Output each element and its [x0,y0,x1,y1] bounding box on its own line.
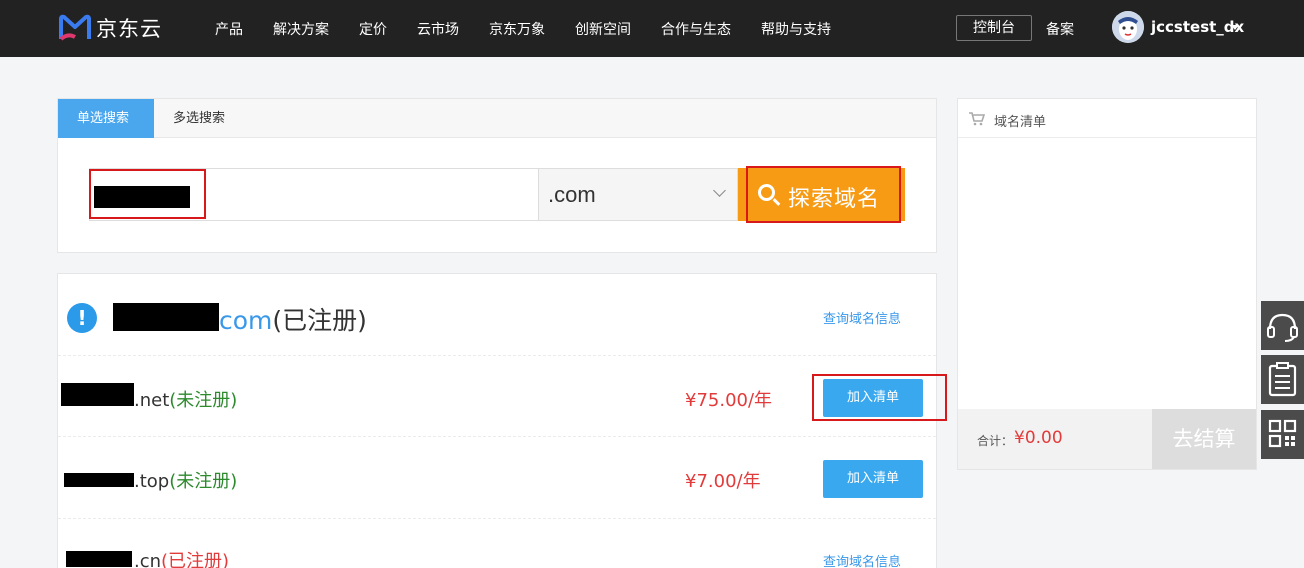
main-domain-text: com(已注册) [219,301,367,337]
annotation-box-add-button [812,374,947,421]
cart-footer: 合计： ¥0.00 去结算 [958,409,1256,469]
nav-item-wanxiang[interactable]: 京东万象 [489,19,545,39]
domain-name: .cn(已注册) [134,547,229,568]
nav-item-help[interactable]: 帮助与支持 [761,19,831,39]
cart-title: 域名清单 [994,115,1047,130]
redacted-text [61,383,134,406]
domain-suffix: .net [134,390,170,411]
tab-multi-search[interactable]: 多选搜索 [154,99,244,138]
headset-icon [1267,313,1298,342]
jd-cloud-logo-icon [59,14,91,41]
add-to-list-button[interactable]: 加入清单 [823,460,923,498]
suffix-value: .com [548,182,596,207]
logo[interactable]: 京东云 [58,12,174,44]
redacted-text [113,303,219,331]
nav-item-pricing[interactable]: 定价 [359,19,387,39]
domain-suffix-select[interactable]: .com [538,168,738,221]
query-domain-info-link[interactable]: 查询域名信息 [823,551,901,568]
clipboard-icon [1268,362,1297,397]
nav-item-products[interactable]: 产品 [215,19,243,39]
nav-item-marketplace[interactable]: 云市场 [417,19,459,39]
top-navigation-bar: 京东云 产品 解决方案 定价 云市场 京东万象 创新空间 合作与生态 帮助与支持… [0,0,1304,57]
cart-header: 域名清单 [958,99,1256,138]
feedback-button[interactable] [1261,355,1304,404]
table-row: .cn(已注册) 查询域名信息 [58,519,936,568]
domain-status: (未注册) [169,471,238,492]
table-row: .top(未注册) ¥7.00/年 加入清单 [58,437,936,519]
result-row-main: ! com(已注册) 查询域名信息 [58,274,936,356]
info-icon: ! [67,303,97,333]
main-nav: 产品 解决方案 定价 云市场 京东万象 创新空间 合作与生态 帮助与支持 [215,0,861,57]
domain-name: .top(未注册) [134,467,237,493]
redacted-text [66,551,132,567]
logo-text: 京东云 [96,17,162,41]
redacted-text [64,473,134,487]
qrcode-icon [1268,419,1297,448]
results-panel: ! com(已注册) 查询域名信息 .net(未注册) ¥75.00/年 加入清… [57,273,937,568]
chevron-down-icon[interactable] [1231,25,1239,30]
annotation-box-input [89,169,206,219]
qrcode-button[interactable] [1261,410,1304,459]
domain-status: (未注册) [169,390,238,411]
domain-cart-panel: 域名清单 合计： ¥0.00 去结算 [957,98,1257,470]
query-domain-info-link[interactable]: 查询域名信息 [823,308,901,327]
beian-link[interactable]: 备案 [1046,19,1074,39]
nav-item-partners[interactable]: 合作与生态 [661,19,731,39]
customer-service-button[interactable] [1261,301,1304,350]
domain-status: (已注册) [161,551,230,568]
chevron-down-icon [713,184,726,197]
checkout-button[interactable]: 去结算 [1152,409,1256,469]
console-button[interactable]: 控制台 [956,15,1032,41]
main-domain-tld: com [219,306,273,335]
tab-single-search[interactable]: 单选搜索 [58,99,154,138]
nav-item-solutions[interactable]: 解决方案 [273,19,329,39]
annotation-box-search-button [746,166,901,223]
domain-price: ¥7.00/年 [685,471,761,492]
domain-name: .net(未注册) [134,386,237,412]
search-tabs: 单选搜索 多选搜索 [58,99,936,138]
main-domain-status: (已注册) [272,306,367,335]
avatar[interactable] [1112,11,1144,43]
total-label: 合计： [977,434,1014,448]
nav-item-innovation[interactable]: 创新空间 [575,19,631,39]
cart-icon [969,112,985,126]
total-value: ¥0.00 [1014,428,1063,448]
domain-suffix: .top [134,471,170,492]
avatar-image [1112,11,1144,43]
domain-price: ¥75.00/年 [685,390,773,411]
table-row: .net(未注册) ¥75.00/年 加入清单 [58,356,936,437]
domain-suffix: .cn [134,551,162,568]
